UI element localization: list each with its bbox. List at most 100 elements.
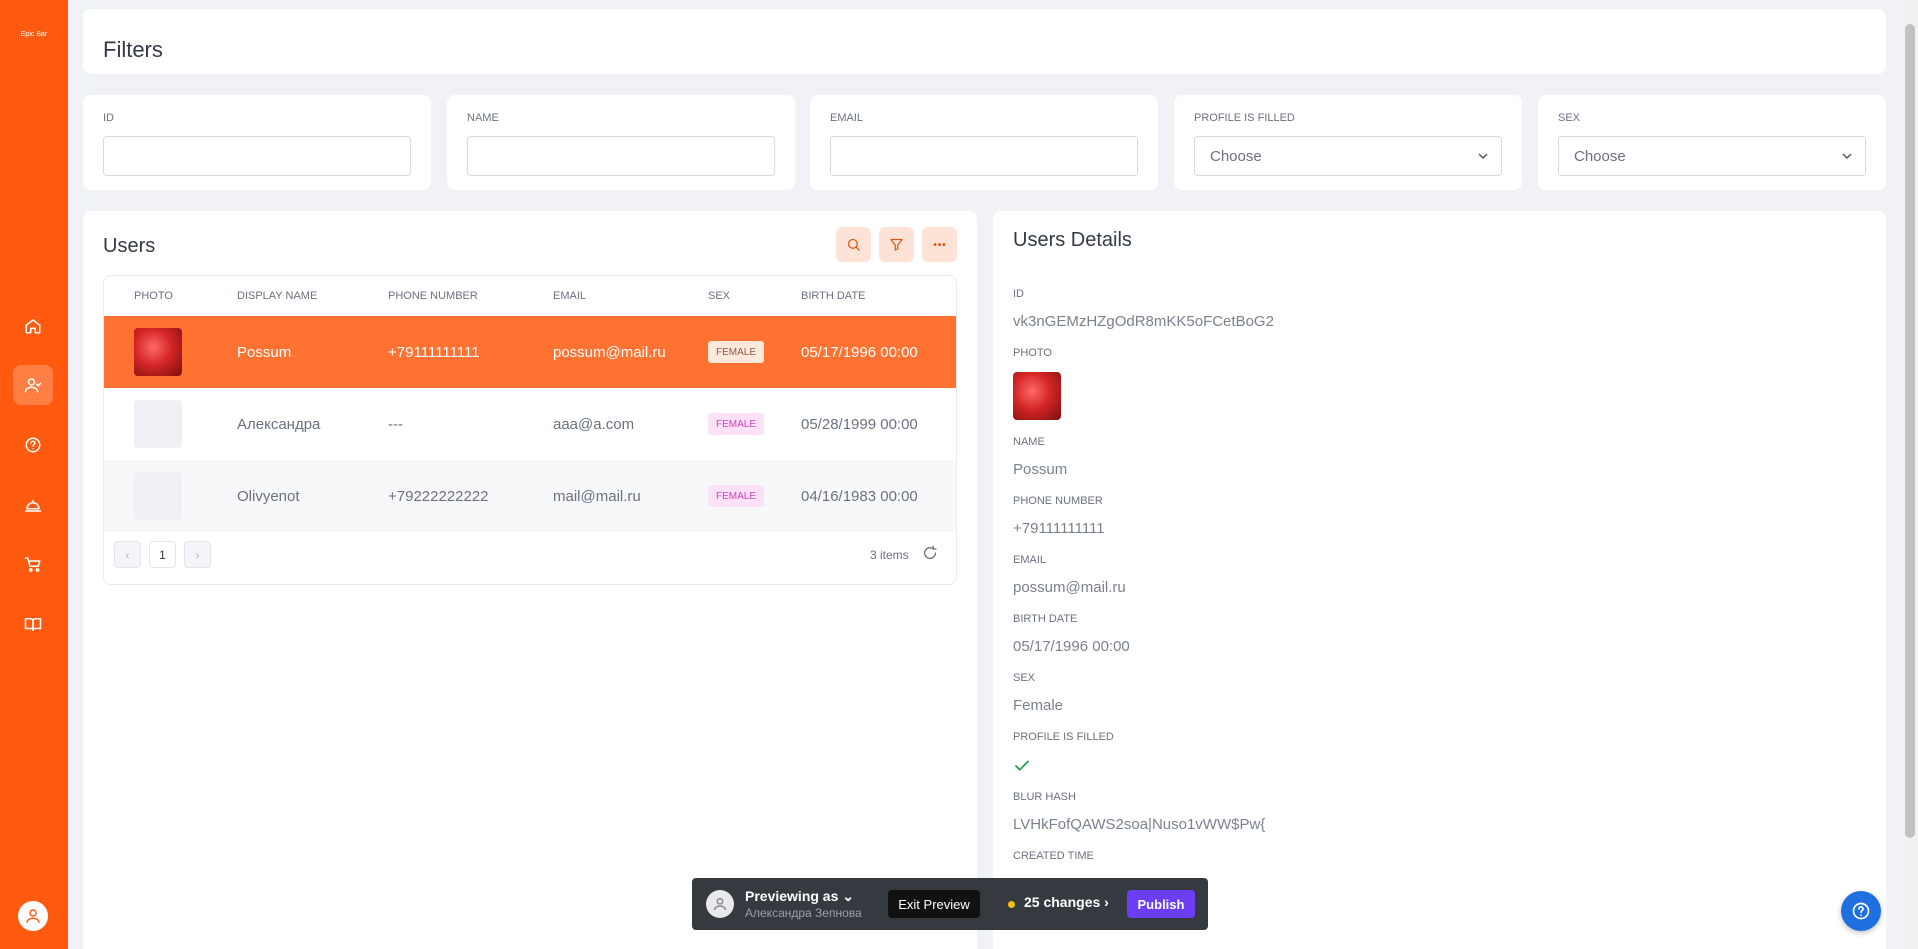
email: aaa@a.com: [553, 416, 635, 433]
email: mail@mail.ru: [553, 488, 641, 505]
question-icon: [1852, 902, 1870, 920]
nav-users[interactable]: [13, 365, 53, 405]
name-input[interactable]: [467, 136, 775, 176]
more-horizontal-icon: [933, 243, 946, 246]
display-name: Olivyenot: [237, 488, 300, 505]
filters-header: Filters: [83, 9, 1886, 74]
book-icon: [24, 618, 42, 631]
nav-help[interactable]: [13, 425, 53, 465]
user-photo: [134, 328, 182, 376]
user-icon: [26, 909, 40, 923]
changes-button[interactable]: 25 changes ›: [1024, 894, 1109, 910]
column-header: BIRTH DATE: [801, 290, 866, 302]
table-row[interactable]: Olivyenot +79222222222 mail@mail.ru FEMA…: [104, 460, 956, 532]
sex-badge: FEMALE: [708, 485, 765, 507]
filter-label: ID: [103, 112, 114, 124]
search-button[interactable]: [836, 227, 871, 262]
filter-button[interactable]: [879, 227, 914, 262]
preview-user-name: Александра Зепнова: [745, 906, 862, 920]
user-details-card: Users Details ID vk3nGEMzHZgOdR8mKK5oFCe…: [993, 211, 1886, 949]
birth-date: 05/28/1999 00:00: [801, 416, 918, 433]
detail-phone: +79111111111: [1013, 520, 1105, 537]
column-header: DISPLAY NAME: [237, 290, 318, 302]
nav-home[interactable]: [13, 306, 53, 346]
detail-label: BIRTH DATE: [1013, 613, 1078, 625]
cart-icon: [24, 557, 41, 572]
filter-id: ID: [83, 95, 431, 190]
detail-label: EMAIL: [1013, 554, 1047, 566]
phone-number: +79111111111: [388, 344, 480, 361]
nav-dishes[interactable]: [13, 485, 53, 525]
dish-icon: [24, 499, 42, 512]
brand-logo[interactable]: Epic Bar: [0, 31, 68, 38]
sex-select[interactable]: Choose: [1558, 136, 1866, 176]
sex-badge: FEMALE: [708, 413, 765, 435]
nav-cart[interactable]: [13, 544, 53, 584]
refresh-icon[interactable]: [922, 545, 938, 561]
user-icon: [714, 898, 726, 911]
email: possum@mail.ru: [553, 344, 666, 361]
previewing-as-dropdown[interactable]: Previewing as ⌄: [745, 888, 854, 905]
detail-email: possum@mail.ru: [1013, 579, 1126, 596]
detail-id: vk3nGEMzHZgOdR8mKK5oFCetBoG2: [1013, 313, 1274, 330]
exit-preview-button[interactable]: Exit Preview: [888, 890, 980, 918]
display-name: Possum: [237, 344, 292, 361]
publish-button[interactable]: Publish: [1127, 890, 1195, 918]
filter-email: EMAIL: [810, 95, 1158, 190]
column-header: PHONE NUMBER: [388, 290, 478, 302]
pagination-next-button[interactable]: ›: [184, 541, 211, 568]
detail-sex: Female: [1013, 697, 1064, 714]
email-input[interactable]: [830, 136, 1138, 176]
profile-filled-select[interactable]: Choose: [1194, 136, 1502, 176]
items-count: 3 items: [870, 548, 909, 562]
users-title: Users: [103, 235, 156, 257]
detail-label: ID: [1013, 288, 1024, 300]
filter-label: NAME: [467, 112, 499, 124]
chevron-down-icon: [1842, 153, 1852, 160]
page-title: Filters: [103, 37, 163, 62]
help-button[interactable]: [1841, 891, 1881, 931]
filter-profile-filled: PROFILE IS FILLED Choose: [1174, 95, 1522, 190]
detail-name: Possum: [1013, 461, 1068, 478]
user-photo-placeholder: [134, 472, 182, 520]
phone-number: ---: [388, 416, 403, 433]
nav-menu[interactable]: [13, 604, 53, 644]
more-button[interactable]: [922, 227, 957, 262]
select-value: Choose: [1210, 147, 1262, 165]
chevron-down-icon: [1478, 153, 1488, 160]
detail-label: PHONE NUMBER: [1013, 495, 1103, 507]
sidebar: Epic Bar: [0, 0, 68, 949]
home-icon: [25, 319, 41, 334]
column-header: PHOTO: [134, 290, 173, 302]
preview-toolbar: Previewing as ⌄ Александра Зепнова Exit …: [692, 878, 1208, 930]
birth-date: 05/17/1996 00:00: [801, 344, 918, 361]
table-row[interactable]: Possum +79111111111 possum@mail.ru FEMAL…: [104, 316, 956, 388]
filter-label: EMAIL: [830, 112, 864, 124]
chevron-right-icon: ›: [1104, 894, 1109, 910]
detail-label: CREATED TIME: [1013, 850, 1094, 862]
detail-label: PHOTO: [1013, 347, 1052, 359]
column-header: SEX: [708, 290, 731, 302]
users-card: Users PHOTO DISPLAY NAME PHONE NUMBER EM…: [83, 211, 977, 949]
sex-badge: FEMALE: [708, 341, 765, 363]
users-table: PHOTO DISPLAY NAME PHONE NUMBER EMAIL SE…: [103, 275, 957, 585]
pagination-prev-button[interactable]: ‹: [114, 541, 141, 568]
select-value: Choose: [1574, 147, 1626, 165]
preview-avatar: [706, 890, 734, 918]
filter-icon: [890, 238, 903, 251]
phone-number: +79222222222: [388, 488, 489, 505]
scrollbar-thumb[interactable]: [1905, 24, 1915, 838]
changes-status-dot: [1008, 901, 1015, 908]
help-circle-icon: [25, 437, 41, 453]
table-row[interactable]: Александра --- aaa@a.com FEMALE 05/28/19…: [104, 388, 956, 460]
profile-avatar[interactable]: [18, 901, 48, 931]
pagination-page-1[interactable]: 1: [149, 541, 176, 568]
page-scrollbar[interactable]: [1902, 0, 1918, 949]
detail-birth-date: 05/17/1996 00:00: [1013, 638, 1130, 655]
detail-label: BLUR HASH: [1013, 791, 1076, 803]
previewing-as-label: Previewing as: [745, 888, 839, 904]
detail-label: NAME: [1013, 436, 1045, 448]
changes-count: 25 changes: [1024, 894, 1101, 910]
table-header: PHOTO DISPLAY NAME PHONE NUMBER EMAIL SE…: [104, 276, 956, 316]
id-input[interactable]: [103, 136, 411, 176]
